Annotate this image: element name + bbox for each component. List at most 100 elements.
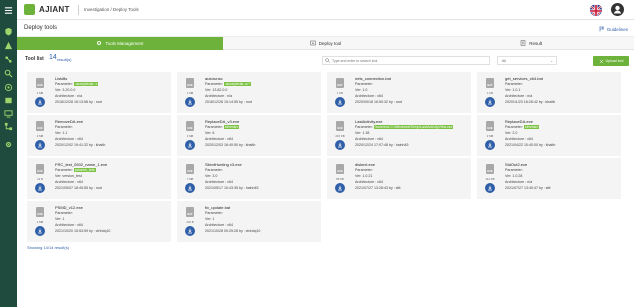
upload-tool-button[interactable]: Upload tool xyxy=(593,56,629,66)
download-button[interactable] xyxy=(35,226,45,236)
tool-uploaded: 2021/07/27 13:28:43 by : sttt xyxy=(355,186,401,190)
download-icon xyxy=(188,99,192,105)
search-input[interactable] xyxy=(332,58,482,63)
architecture-filter-select[interactable]: All ⌄ xyxy=(497,56,557,65)
file-size: 1 MB xyxy=(186,91,194,95)
tool-uploaded: 2021/05/07 18:45:55 by : root xyxy=(55,186,102,190)
tool-name[interactable]: LastActivity.exe xyxy=(355,119,383,124)
tool-architecture: Architecture : x64 xyxy=(355,180,383,184)
tool-card[interactable]: EXE 113 KB StdOut2.exe Parameter: Ver: 1.0.… xyxy=(477,158,621,199)
tab-deploy-tool[interactable]: Deploy tool xyxy=(222,37,429,50)
tool-name[interactable]: nets_connection.bat xyxy=(355,76,391,81)
tool-card[interactable]: EXE 7 MB SilentHunting v3.exe Parameter: Ve… xyxy=(177,158,321,199)
tool-version: Ver: 1 xyxy=(55,217,65,221)
download-icon xyxy=(38,185,42,191)
download-button[interactable] xyxy=(485,140,495,150)
parameter-label: Parameter: xyxy=(505,168,523,172)
tool-card[interactable]: BAT 1 KB get_services_x64.bat Parameter: Ve… xyxy=(477,72,621,113)
file-size: 7 MB xyxy=(186,177,194,181)
tool-card[interactable]: EXE 1 MB Listdlls Parameter: -accepteula -v… xyxy=(27,72,171,113)
download-button[interactable] xyxy=(185,183,195,193)
download-button[interactable] xyxy=(485,97,495,107)
download-button[interactable] xyxy=(185,97,195,107)
file-type: EXE xyxy=(37,213,43,216)
download-button[interactable] xyxy=(35,97,45,107)
language-flag-icon[interactable] xyxy=(590,4,602,16)
tool-card[interactable]: EXE 13 B FRC_test_0502_name_1.exe Parameter… xyxy=(27,158,171,199)
tool-version: Ver: 1.38 xyxy=(355,131,370,135)
upload-label: Upload tool xyxy=(605,59,624,63)
file-size: 89 KB xyxy=(336,177,344,181)
tab-tools-management[interactable]: Tools Management xyxy=(17,37,223,50)
download-button[interactable] xyxy=(35,140,45,150)
file-type: BAT xyxy=(187,213,193,216)
search-icon xyxy=(325,58,330,63)
shield-icon[interactable] xyxy=(3,27,14,36)
parameter-label: Parameter: xyxy=(355,125,373,129)
tool-name[interactable]: PSMD_v12.exe xyxy=(55,205,83,210)
tool-card[interactable]: EXE 2 MB RemoveDA.exe Parameter: Ver: 1.1 Ar… xyxy=(27,115,171,156)
file-size: 113 KB xyxy=(485,177,495,181)
tool-name[interactable]: Listdlls xyxy=(55,76,67,81)
download-icon xyxy=(488,142,492,148)
monitor-icon[interactable] xyxy=(3,109,14,118)
tool-name[interactable]: diskext.exe xyxy=(355,162,375,167)
file-size: 2 MB xyxy=(36,134,44,138)
tool-card[interactable]: BAT 1 KB nets_connection.bat Parameter: Ver… xyxy=(327,72,471,113)
download-icon xyxy=(338,142,342,148)
tool-uploaded: 2021/10/20 15:53:59 by : vinhdq10 xyxy=(55,229,111,233)
search-icon[interactable] xyxy=(3,69,14,78)
download-button[interactable] xyxy=(335,140,345,150)
tool-name[interactable]: ReplaceDA.exe xyxy=(505,119,533,124)
policy-icon[interactable] xyxy=(3,96,14,105)
download-button[interactable] xyxy=(335,97,345,107)
file-type: BAT xyxy=(487,84,493,87)
download-button[interactable] xyxy=(35,183,45,193)
menu-icon[interactable] xyxy=(3,6,14,15)
tool-card[interactable]: EXE 1 MB PSMD_v12.exe Parameter: Ver: 1 Arch… xyxy=(27,201,171,242)
tool-uploaded: 2021/10/28 00:25:28 by : vinhdq10 xyxy=(205,229,261,233)
graph-icon[interactable] xyxy=(3,55,14,64)
download-button[interactable] xyxy=(335,183,345,193)
tool-name[interactable]: RemoveDA.exe xyxy=(55,119,83,124)
tool-version: Ver: 3.20.0.0 xyxy=(55,88,76,92)
tool-uploaded: 2020/11/23 18:28:42 by : khaitb xyxy=(505,100,556,104)
tool-name[interactable]: SilentHunting v3.exe xyxy=(205,162,242,167)
tool-list-title: Tool list xyxy=(25,56,44,62)
network-icon[interactable] xyxy=(3,122,14,131)
tool-uploaded: 2020/12/24 17:07:48 by : hainh45 xyxy=(355,143,409,147)
warning-icon[interactable] xyxy=(3,41,14,50)
top-header: AJIANT Investigation / Deploy Tools xyxy=(17,0,634,20)
file-icon: BAT xyxy=(486,78,494,88)
tool-card[interactable]: EXE 89 KB diskext.exe Parameter: Ver: 1.0.2… xyxy=(327,158,471,199)
tool-parameter: Parameter: ldmmsrc xyxy=(505,125,540,129)
tool-name[interactable]: fix_update.bat xyxy=(205,205,230,210)
tool-architecture: Architecture : n/a xyxy=(205,94,233,98)
tool-name[interactable]: StdOut2.exe xyxy=(505,162,527,167)
tool-name[interactable]: autorunsc xyxy=(205,76,223,81)
tool-parameter: Parameter: /scomma C:\Windows\Temp\LastA… xyxy=(355,125,454,129)
guidelines-label: Guidelines xyxy=(606,26,628,32)
tool-card[interactable]: EXE 215 KB LastActivity.exe Parameter: /sco… xyxy=(327,115,471,156)
download-button[interactable] xyxy=(185,140,195,150)
guidelines-link[interactable]: Guidelines xyxy=(599,26,628,32)
download-button[interactable] xyxy=(185,226,195,236)
download-button[interactable] xyxy=(485,183,495,193)
settings-icon[interactable] xyxy=(3,140,14,149)
tool-name[interactable]: ReplaceDA_v3.exe xyxy=(205,119,239,124)
tool-name[interactable]: get_services_x64.bat xyxy=(505,76,543,81)
tool-card[interactable]: EXE 1 MB autorunsc Parameter: -accepteula -… xyxy=(177,72,321,113)
user-avatar-icon[interactable] xyxy=(611,3,624,16)
parameter-value: ldmmsrc xyxy=(223,125,240,129)
tab-result[interactable]: Result xyxy=(428,37,634,50)
tool-card[interactable]: BAT 232 B fix_update.bat Parameter: Ver: 1 A… xyxy=(177,201,321,242)
tool-version: Ver: 3.0 xyxy=(205,174,218,178)
tool-uploaded: 2018/12/28 15:13:58 by : root xyxy=(55,100,102,104)
tool-name[interactable]: FRC_test_0502_name_1.exe xyxy=(55,162,107,167)
tool-card[interactable]: EXE 2 MB ReplaceDA_v3.exe Parameter: ldmmsr… xyxy=(177,115,321,156)
tool-parameter: Parameter: -accepteula -a * xyxy=(205,82,251,86)
target-icon[interactable] xyxy=(3,83,14,92)
file-type: EXE xyxy=(37,127,43,130)
tool-card[interactable]: EXE 2 MB ReplaceDA.exe Parameter: ldmmsrc Ve… xyxy=(477,115,621,156)
file-type: EXE xyxy=(37,84,43,87)
